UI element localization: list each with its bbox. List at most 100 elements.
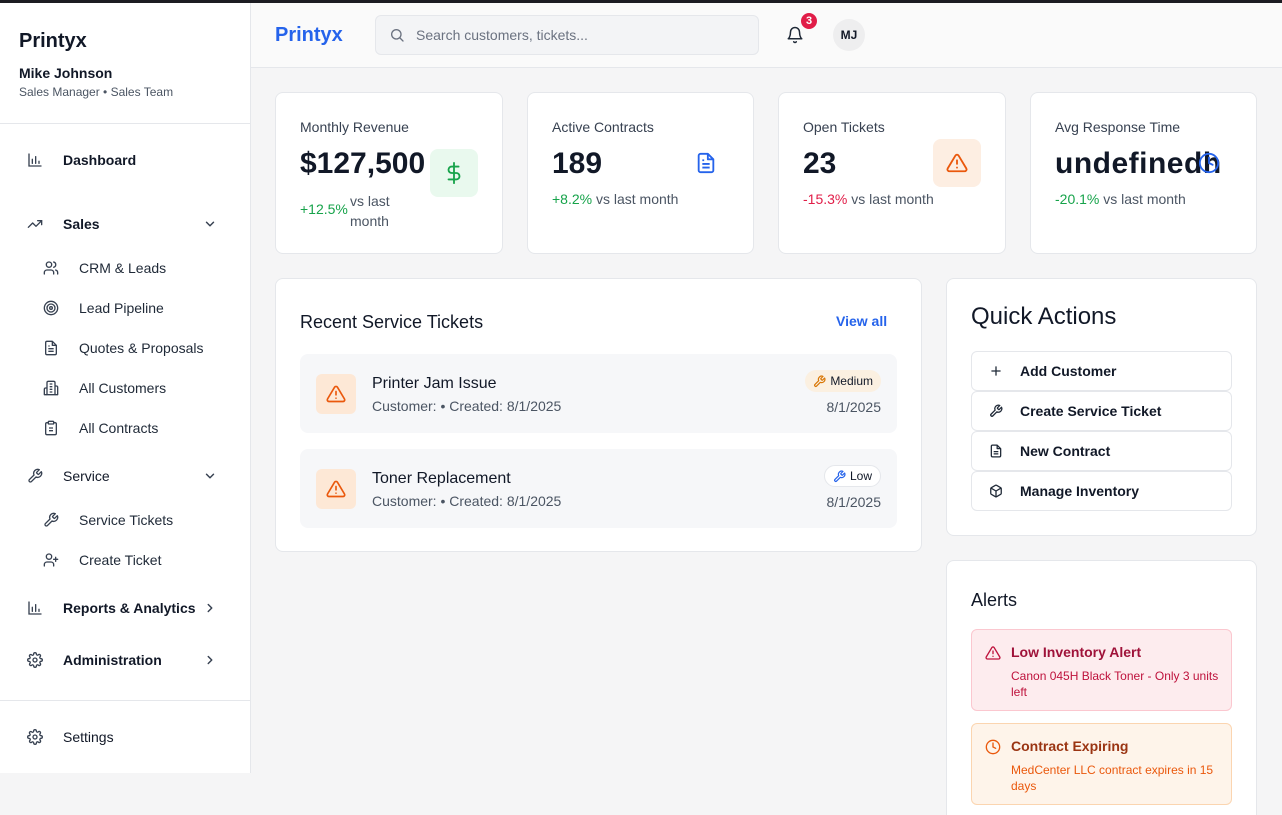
ticket-title: Printer Jam Issue bbox=[372, 375, 497, 392]
quick-actions-panel: Quick Actions Add Customer Create Servic… bbox=[946, 278, 1257, 536]
stat-change-percent: -15.3% bbox=[803, 191, 848, 207]
chevron-right-icon bbox=[203, 653, 217, 667]
chevron-down-icon bbox=[203, 469, 217, 483]
sidebar-header: Printyx Mike Johnson Sales Manager • Sal… bbox=[0, 3, 250, 124]
warning-icon bbox=[316, 469, 356, 509]
alert-item-contract-expiring[interactable]: Contract Expiring MedCenter LLC contract… bbox=[971, 723, 1232, 805]
stat-title: Monthly Revenue bbox=[300, 119, 409, 135]
sidebar-item-dashboard[interactable]: Dashboard bbox=[0, 142, 250, 178]
new-contract-button[interactable]: New Contract bbox=[971, 431, 1232, 471]
stat-change-suffix: vs last month bbox=[595, 191, 679, 207]
ticket-item[interactable]: Toner Replacement Customer: • Created: 8… bbox=[300, 449, 897, 528]
sidebar-item-sales[interactable]: Sales bbox=[0, 206, 250, 242]
top-header: Printyx 3 MJ bbox=[251, 3, 1282, 68]
building-icon bbox=[43, 380, 59, 396]
target-icon bbox=[43, 300, 59, 316]
avatar[interactable]: MJ bbox=[833, 19, 865, 51]
window-top-bar bbox=[0, 0, 1282, 3]
chevron-down-icon bbox=[203, 217, 217, 231]
recent-tickets-panel: Recent Service Tickets View all Printer … bbox=[275, 278, 922, 552]
view-all-link[interactable]: View all bbox=[836, 313, 887, 329]
stat-change: -20.1% vs last month bbox=[1055, 191, 1186, 207]
ticket-item[interactable]: Printer Jam Issue Customer: • Created: 8… bbox=[300, 354, 897, 433]
ticket-date: 8/1/2025 bbox=[826, 399, 882, 415]
stat-card-open-tickets: Open Tickets 23 -15.3% vs last month bbox=[778, 92, 1006, 254]
sidebar-item-administration[interactable]: Administration bbox=[0, 642, 250, 678]
sidebar-item-quotes-proposals[interactable]: Quotes & Proposals bbox=[0, 330, 250, 366]
wrench-icon bbox=[813, 374, 826, 388]
search-box bbox=[375, 15, 759, 55]
stat-title: Open Tickets bbox=[803, 119, 885, 135]
section-title: Recent Service Tickets bbox=[300, 312, 484, 332]
stat-change-percent: -20.1% bbox=[1055, 191, 1100, 207]
stat-change: +8.2% vs last month bbox=[552, 191, 678, 207]
priority-badge: Medium bbox=[805, 370, 881, 392]
sidebar-item-crm-leads[interactable]: CRM & Leads bbox=[0, 250, 250, 286]
stat-change-percent: +12.5% bbox=[300, 201, 348, 217]
button-label: New Contract bbox=[1020, 443, 1111, 459]
stat-change-percent: +8.2% bbox=[552, 191, 593, 207]
stat-change-suffix: vs last month bbox=[1103, 191, 1186, 207]
sidebar: Printyx Mike Johnson Sales Manager • Sal… bbox=[0, 3, 251, 773]
sidebar-item-settings[interactable]: Settings bbox=[0, 719, 250, 755]
add-customer-button[interactable]: Add Customer bbox=[971, 351, 1232, 391]
sidebar-item-create-ticket[interactable]: Create Ticket bbox=[0, 542, 250, 578]
stat-value: 189 bbox=[552, 147, 603, 180]
stat-card-active-contracts: Active Contracts 189 +8.2% vs last month bbox=[527, 92, 754, 254]
sidebar-item-label: Settings bbox=[63, 729, 114, 745]
sidebar-item-all-customers[interactable]: All Customers bbox=[0, 370, 250, 406]
warning-icon bbox=[985, 645, 1001, 661]
alert-item-low-inventory[interactable]: Low Inventory Alert Canon 045H Black Ton… bbox=[971, 629, 1232, 711]
notification-count-badge: 3 bbox=[799, 11, 819, 31]
alert-title: Contract Expiring bbox=[1011, 738, 1129, 754]
sidebar-item-label: All Customers bbox=[79, 380, 167, 396]
sidebar-item-label: Reports & Analytics bbox=[63, 600, 196, 616]
bar-chart-icon bbox=[27, 152, 43, 168]
sidebar-item-label: All Contracts bbox=[79, 420, 159, 436]
sidebar-item-label: Create Ticket bbox=[79, 552, 162, 568]
stat-card-avg-response-time: Avg Response Time undefinedh -20.1% vs l… bbox=[1030, 92, 1257, 254]
wrench-icon bbox=[833, 469, 846, 483]
create-service-ticket-button[interactable]: Create Service Ticket bbox=[971, 391, 1232, 431]
sidebar-item-label: Service Tickets bbox=[79, 512, 174, 528]
sidebar-item-label: Service bbox=[63, 468, 110, 484]
sidebar-item-label: Lead Pipeline bbox=[79, 300, 164, 316]
ticket-subtitle: Customer: • Created: 8/1/2025 bbox=[372, 493, 562, 509]
wrench-icon bbox=[43, 512, 59, 528]
search-input[interactable] bbox=[416, 16, 746, 54]
manage-inventory-button[interactable]: Manage Inventory bbox=[971, 471, 1232, 511]
users-icon bbox=[43, 260, 59, 276]
dollar-icon bbox=[430, 149, 478, 197]
stat-change-suffix: vs last month bbox=[350, 193, 390, 229]
sidebar-brand: Printyx bbox=[19, 30, 87, 52]
sidebar-item-label: Quotes & Proposals bbox=[79, 340, 204, 356]
stat-card-monthly-revenue: Monthly Revenue $127,500 +12.5% vs last … bbox=[275, 92, 503, 254]
stat-value: $127,500 bbox=[300, 147, 426, 180]
ticket-subtitle: Customer: • Created: 8/1/2025 bbox=[372, 398, 562, 414]
sidebar-item-reports-analytics[interactable]: Reports & Analytics bbox=[0, 590, 250, 626]
warning-icon bbox=[933, 139, 981, 187]
stat-change-suffix: vs last month bbox=[851, 191, 934, 207]
sidebar-item-lead-pipeline[interactable]: Lead Pipeline bbox=[0, 290, 250, 326]
header-brand[interactable]: Printyx bbox=[275, 24, 343, 47]
notification-bell-icon[interactable] bbox=[786, 26, 804, 44]
priority-label: Medium bbox=[830, 374, 873, 388]
stat-change: -15.3% vs last month bbox=[803, 191, 934, 207]
sidebar-divider bbox=[0, 700, 250, 701]
sidebar-item-service[interactable]: Service bbox=[0, 458, 250, 494]
sidebar-item-all-contracts[interactable]: All Contracts bbox=[0, 410, 250, 446]
stat-title: Avg Response Time bbox=[1055, 119, 1181, 135]
user-name: Mike Johnson bbox=[19, 65, 113, 81]
sidebar-item-service-tickets[interactable]: Service Tickets bbox=[0, 502, 250, 538]
user-plus-icon bbox=[43, 552, 59, 568]
document-icon bbox=[989, 444, 1003, 458]
sidebar-item-label: Sales bbox=[63, 216, 100, 232]
clock-icon bbox=[1185, 139, 1233, 187]
user-role: Sales Manager • Sales Team bbox=[19, 85, 174, 99]
sidebar-item-label: CRM & Leads bbox=[79, 260, 167, 276]
stat-title: Active Contracts bbox=[552, 119, 654, 135]
sidebar-item-label: Dashboard bbox=[63, 152, 137, 168]
button-label: Add Customer bbox=[1020, 363, 1117, 379]
wrench-icon bbox=[989, 404, 1003, 418]
bar-chart-icon bbox=[27, 600, 43, 616]
